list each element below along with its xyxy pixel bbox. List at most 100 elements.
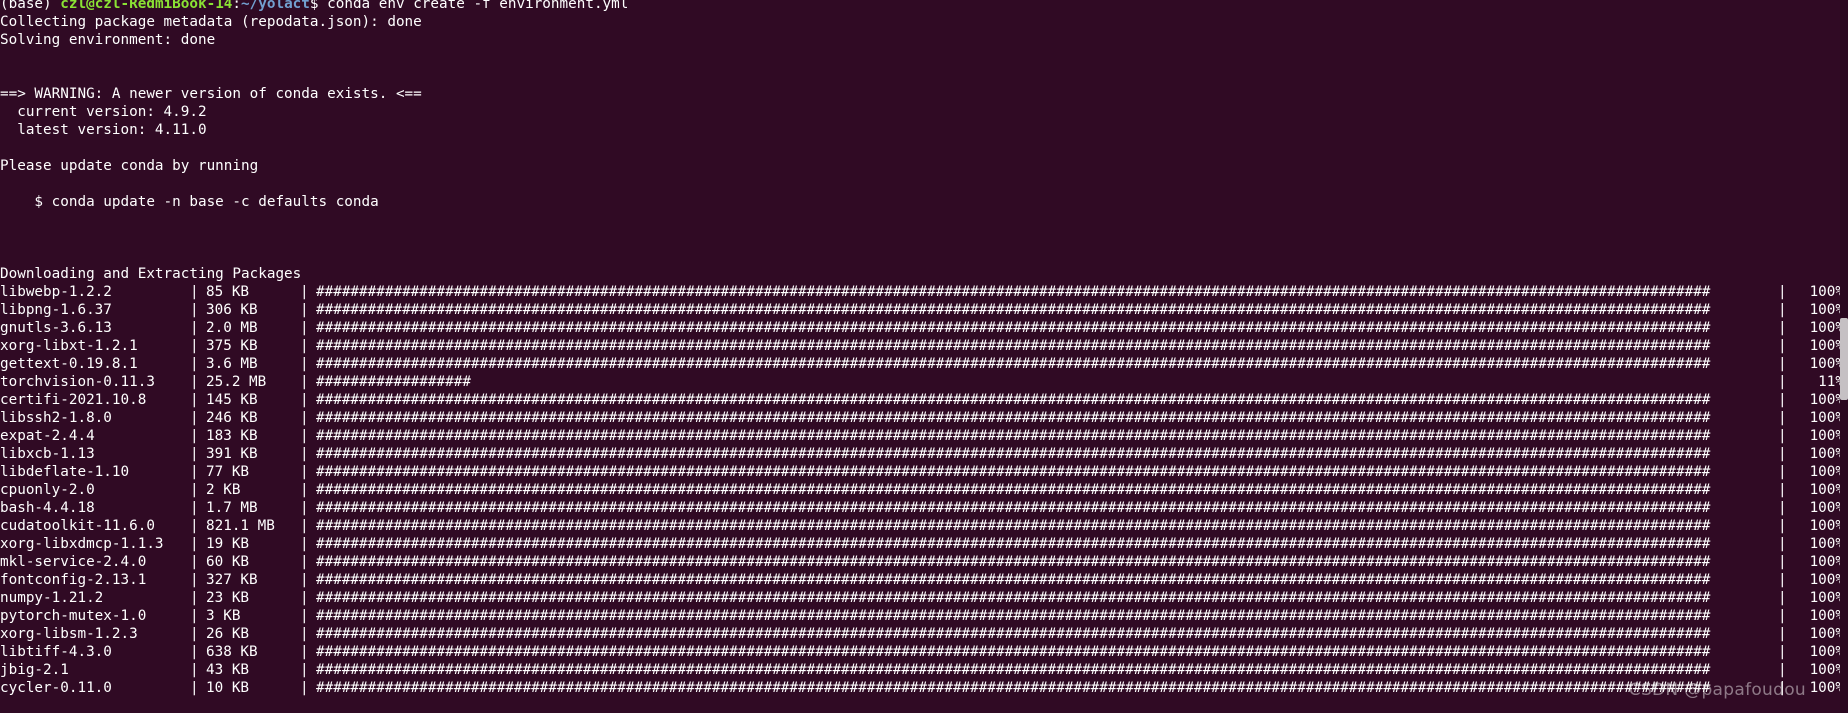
output-line: Solving environment: done [0,32,216,48]
column-separator: | [1778,518,1787,534]
package-name: gnutls-3.6.13 [0,320,112,336]
progress-percent: 100% [1809,446,1844,462]
progress-bar: ########################################… [316,301,1778,319]
package-name: xorg-libsm-1.2.3 [0,626,138,642]
progress-bar: ########################################… [316,409,1778,427]
package-row: libwebp-1.2.2 | 85 KB | ####################… [0,283,1848,301]
column-separator: | [300,302,309,318]
column-separator: | [300,284,309,300]
progress-percent: 100% [1809,302,1844,318]
package-size: 1.7 MB [206,500,258,516]
output-line: Collecting package metadata (repodata.js… [0,14,422,30]
column-separator: | [1778,554,1787,570]
package-row: libtiff-4.3.0 | 638 KB | ###################… [0,643,1848,661]
column-separator: | [300,644,309,660]
column-separator: | [300,500,309,516]
progress-percent: 100% [1809,572,1844,588]
scrollbar[interactable] [1840,0,1848,713]
progress-fill: ########################################… [316,518,1720,534]
package-size: 19 KB [206,536,250,552]
column-separator: | [190,608,199,624]
package-size: 3.6 MB [206,356,258,372]
progress-percent: 100% [1809,662,1844,678]
column-separator: | [1778,338,1787,354]
progress-percent: 100% [1809,392,1844,408]
column-separator: | [1778,482,1787,498]
scrollbar-thumb[interactable] [1840,318,1848,400]
progress-bar: ########################################… [316,517,1778,535]
package-row: libpng-1.6.37 | 306 KB | ###################… [0,301,1848,319]
column-separator: | [190,428,199,444]
column-separator: | [300,482,309,498]
column-separator: | [300,320,309,336]
column-separator: | [190,536,199,552]
package-row: xorg-libxt-1.2.1 | 375 KB | ################… [0,337,1848,355]
column-separator: | [190,482,199,498]
output-line: Downloading and Extracting Packages [0,266,302,282]
progress-fill: ########################################… [316,320,1720,336]
package-name: pytorch-mutex-1.0 [0,608,147,624]
column-separator: | [190,572,199,588]
package-row: libdeflate-1.10 | 77 KB | ##################… [0,463,1848,481]
progress-bar: ########################################… [316,391,1778,409]
column-separator: | [1778,356,1787,372]
column-separator: | [300,554,309,570]
progress-fill: ########################################… [316,662,1720,678]
package-name: xorg-libxt-1.2.1 [0,338,138,354]
column-separator: | [300,374,309,390]
output-line: Please update conda by running [0,158,259,174]
progress-bar: ########################################… [316,445,1778,463]
package-name: mkl-service-2.4.0 [0,554,147,570]
progress-bar: ########################################… [316,463,1778,481]
column-separator: | [190,374,199,390]
progress-fill: ########################################… [316,482,1720,498]
package-size: 246 KB [206,410,258,426]
package-row: mkl-service-2.4.0 | 60 KB | ################… [0,553,1848,571]
package-row: gnutls-3.6.13 | 2.0 MB | ###################… [0,319,1848,337]
package-list: libwebp-1.2.2 | 85 KB | ####################… [0,283,1848,697]
package-name: xorg-libxdmcp-1.1.3 [0,536,164,552]
column-separator: | [190,590,199,606]
column-separator: | [300,410,309,426]
watermark: CSDN @papafoudou [1628,680,1806,700]
package-size: 375 KB [206,338,258,354]
warning-line: ==> WARNING: A newer version of conda ex… [0,86,422,102]
column-separator: | [190,626,199,642]
progress-fill: ########################################… [316,536,1720,552]
package-name: fontconfig-2.13.1 [0,572,147,588]
package-name: gettext-0.19.8.1 [0,356,138,372]
progress-bar: ########################################… [316,679,1778,697]
column-separator: | [300,662,309,678]
progress-fill: ########################################… [316,590,1720,606]
column-separator: | [300,392,309,408]
package-row: xorg-libsm-1.2.3 | 26 KB | #################… [0,625,1848,643]
column-separator: | [1778,392,1787,408]
package-name: bash-4.4.18 [0,500,95,516]
column-separator: | [190,446,199,462]
package-name: libpng-1.6.37 [0,302,112,318]
progress-fill: ########################################… [316,302,1720,318]
progress-bar: ########################################… [316,337,1778,355]
package-size: 25.2 MB [206,374,267,390]
column-separator: | [300,590,309,606]
progress-percent: 100% [1809,518,1844,534]
package-row: fontconfig-2.13.1 | 327 KB | ###############… [0,571,1848,589]
package-name: cycler-0.11.0 [0,680,112,696]
terminal-window[interactable]: (base) czl@czl-RedmiBook-14:~/yolact$ co… [0,0,1848,713]
package-name: libdeflate-1.10 [0,464,130,480]
output-line: $ conda update -n base -c defaults conda [0,194,379,210]
progress-fill: ########################################… [316,338,1720,354]
column-separator: | [190,284,199,300]
progress-fill: ########################################… [316,626,1720,642]
column-separator: | [190,680,199,696]
package-name: cudatoolkit-11.6.0 [0,518,155,534]
column-separator: | [190,302,199,318]
column-separator: | [1778,374,1787,390]
column-separator: | [300,446,309,462]
package-size: 821.1 MB [206,518,275,534]
column-separator: | [300,572,309,588]
progress-fill: ########################################… [316,428,1720,444]
progress-percent: 11% [1818,374,1844,390]
